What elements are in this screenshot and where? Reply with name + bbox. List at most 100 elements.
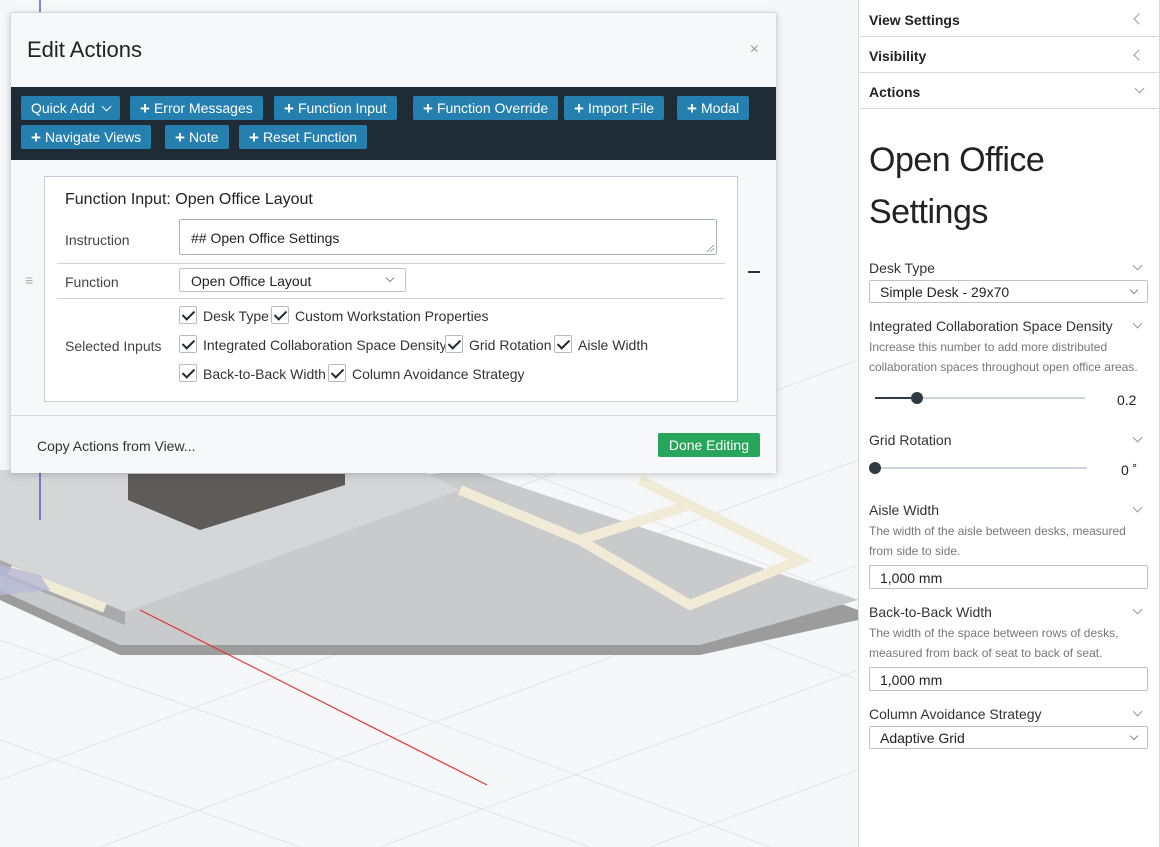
- add-modal-button[interactable]: + Modal: [677, 96, 750, 120]
- checkbox-checked-icon: [445, 335, 463, 354]
- plus-icon: +: [140, 99, 150, 118]
- checkbox-label: Integrated Collaboration Space Density: [203, 337, 447, 353]
- column-avoidance-label: Column Avoidance Strategy: [869, 706, 1042, 722]
- add-navigate-views-button[interactable]: + Navigate Views: [21, 125, 152, 149]
- checkbox-label: Grid Rotation: [469, 337, 552, 353]
- chevron-down-icon[interactable]: [1132, 604, 1143, 615]
- function-select[interactable]: Open Office Layout: [179, 268, 406, 292]
- checkbox-checked-icon: [271, 306, 289, 325]
- checkbox-label: Back-to-Back Width: [203, 366, 326, 382]
- grid-rotation-value: 0 ˚: [1121, 462, 1138, 478]
- add-reset-function-button[interactable]: + Reset Function: [239, 125, 368, 149]
- add-error-messages-label: Error Messages: [153, 100, 253, 116]
- accordion-visibility[interactable]: Visibility: [859, 37, 1159, 73]
- checkbox-label: Custom Workstation Properties: [295, 308, 489, 324]
- plus-icon: +: [31, 128, 41, 147]
- add-import-file-label: Import File: [587, 100, 655, 116]
- slider-handle[interactable]: [911, 392, 923, 404]
- chevron-down-icon[interactable]: [1132, 706, 1143, 717]
- aisle-width-input[interactable]: 1,000 mm: [869, 565, 1148, 589]
- checkbox-checked-icon: [328, 364, 346, 383]
- checkbox-checked-icon: [179, 335, 197, 354]
- row-divider: [57, 263, 725, 264]
- back-to-back-value: 1,000 mm: [880, 672, 943, 688]
- plus-icon: +: [175, 128, 185, 147]
- checkbox-checked-icon: [179, 364, 197, 383]
- resize-grip-icon[interactable]: [707, 245, 714, 252]
- remove-action-icon[interactable]: [748, 271, 760, 273]
- selected-inputs-label: Selected Inputs: [65, 338, 162, 354]
- edit-actions-dialog: Edit Actions × Quick Add + Error Messages…: [10, 12, 777, 473]
- aisle-width-label: Aisle Width: [869, 502, 940, 518]
- row-divider: [57, 298, 725, 299]
- chevron-down-icon: [385, 273, 395, 283]
- accordion-label: View Settings: [869, 12, 960, 28]
- add-function-input-button[interactable]: + Function Input: [274, 96, 397, 120]
- checkbox-grid-rotation[interactable]: Grid Rotation: [445, 335, 552, 355]
- back-to-back-description: The width of the space between rows of d…: [869, 626, 1119, 660]
- settings-heading: Open Office Settings: [869, 141, 1045, 231]
- drag-handle-icon[interactable]: ≡: [25, 273, 33, 287]
- chevron-down-icon[interactable]: [1132, 432, 1143, 443]
- copy-actions-link[interactable]: Copy Actions from View...: [37, 438, 195, 454]
- chevron-down-icon[interactable]: [1132, 502, 1143, 513]
- density-slider[interactable]: [875, 392, 1085, 404]
- checkbox-label: Desk Type: [203, 308, 269, 324]
- add-error-messages-button[interactable]: + Error Messages: [130, 96, 263, 120]
- action-title: Function Input: Open Office Layout: [65, 191, 313, 208]
- instruction-textarea[interactable]: ## Open Office Settings: [179, 219, 717, 255]
- plus-icon: +: [423, 99, 433, 118]
- chevron-down-icon: [1134, 83, 1145, 94]
- chevron-down-icon[interactable]: [1132, 260, 1143, 271]
- plus-icon: +: [687, 99, 697, 118]
- right-sidebar: View Settings Visibility Actions Open Of…: [858, 0, 1160, 847]
- chevron-left-icon: [1133, 13, 1145, 25]
- add-function-override-button[interactable]: + Function Override: [413, 96, 559, 120]
- quick-add-dropdown[interactable]: Quick Add: [21, 96, 120, 120]
- add-import-file-button[interactable]: + Import File: [564, 96, 665, 120]
- chevron-down-icon[interactable]: [1132, 318, 1143, 329]
- checkbox-desk-type[interactable]: Desk Type: [179, 306, 269, 326]
- checkbox-collaboration-density[interactable]: Integrated Collaboration Space Density: [179, 335, 447, 355]
- add-navigate-views-label: Navigate Views: [44, 129, 142, 145]
- add-function-override-label: Function Override: [436, 100, 549, 116]
- dialog-header: Edit Actions ×: [11, 13, 776, 87]
- add-note-label: Note: [188, 129, 219, 145]
- chevron-down-icon: [1129, 731, 1139, 741]
- dialog-title: Edit Actions: [27, 37, 142, 62]
- checkbox-aisle-width[interactable]: Aisle Width: [554, 335, 649, 355]
- desk-type-select[interactable]: Simple Desk - 29x70: [869, 280, 1148, 303]
- function-label: Function: [65, 274, 119, 290]
- slider-handle[interactable]: [869, 462, 881, 474]
- aisle-width-value: 1,000 mm: [880, 570, 943, 586]
- dialog-footer: Copy Actions from View... Done Editing: [11, 415, 776, 473]
- column-avoidance-select[interactable]: Adaptive Grid: [869, 726, 1148, 749]
- checkbox-label: Aisle Width: [578, 337, 649, 353]
- checkbox-column-avoidance[interactable]: Column Avoidance Strategy: [328, 364, 525, 384]
- instruction-label: Instruction: [65, 232, 130, 248]
- density-description: Increase this number to add more distrib…: [869, 340, 1138, 374]
- add-function-input-label: Function Input: [297, 100, 387, 116]
- done-editing-button[interactable]: Done Editing: [657, 433, 760, 457]
- plus-icon: +: [249, 128, 259, 147]
- add-note-button[interactable]: + Note: [165, 125, 229, 149]
- accordion-label: Visibility: [869, 48, 927, 64]
- function-select-value: Open Office Layout: [191, 273, 312, 289]
- accordion-view-settings[interactable]: View Settings: [859, 1, 1159, 37]
- add-reset-function-label: Reset Function: [262, 129, 358, 145]
- checkbox-back-to-back-width[interactable]: Back-to-Back Width: [179, 364, 326, 384]
- checkbox-custom-workstation-properties[interactable]: Custom Workstation Properties: [271, 306, 489, 326]
- density-value: 0.2: [1117, 392, 1137, 408]
- density-label: Integrated Collaboration Space Density: [869, 318, 1113, 334]
- desk-type-label: Desk Type: [869, 260, 935, 276]
- add-modal-label: Modal: [700, 100, 740, 116]
- plus-icon: +: [574, 99, 584, 118]
- chevron-down-icon: [101, 101, 112, 112]
- back-to-back-input[interactable]: 1,000 mm: [869, 667, 1148, 691]
- accordion-actions[interactable]: Actions: [859, 73, 1159, 109]
- checkbox-checked-icon: [179, 306, 197, 325]
- instruction-value: ## Open Office Settings: [191, 230, 340, 246]
- close-icon[interactable]: ×: [750, 41, 759, 59]
- actions-toolbar: Quick Add + Error Messages + Function Inpu…: [11, 87, 776, 160]
- grid-rotation-slider[interactable]: [869, 462, 1087, 474]
